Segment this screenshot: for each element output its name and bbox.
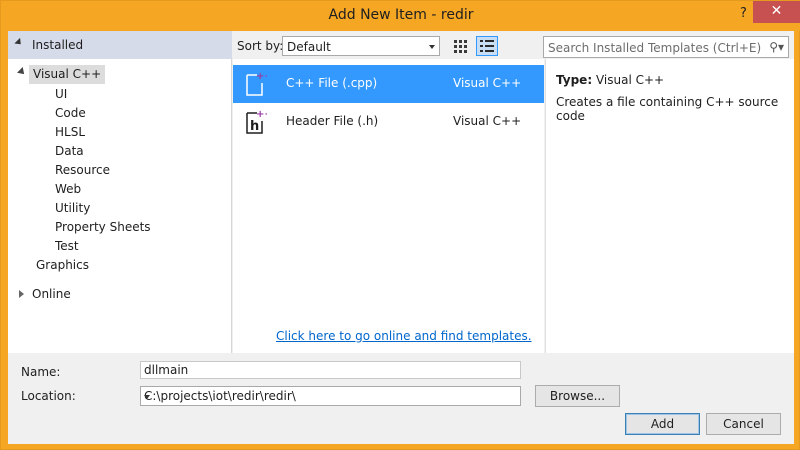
svg-text:h: h bbox=[250, 119, 259, 134]
sort-by-value: Default bbox=[287, 40, 331, 54]
svg-text:++: ++ bbox=[256, 71, 267, 82]
list-view-icon bbox=[480, 40, 494, 52]
description: Creates a file containing C++ source cod… bbox=[556, 95, 779, 123]
name-value: dllmain bbox=[144, 363, 189, 377]
title-bar[interactable]: Add New Item - redir ? ✕ bbox=[1, 1, 800, 31]
tree-item-code[interactable]: Code bbox=[55, 104, 86, 123]
toolbar: Sort by: Default Search Installed Templa… bbox=[232, 31, 794, 59]
installed-label: Installed bbox=[32, 38, 84, 52]
location-value: C:\projects\iot\redir\redir\ bbox=[144, 389, 296, 403]
list-view-button[interactable] bbox=[476, 36, 498, 56]
category-tree: Installed Visual C++ UI Code HLSL Data R… bbox=[8, 31, 232, 353]
location-field[interactable]: C:\projects\iot\redir\redir\ bbox=[140, 386, 521, 406]
search-input[interactable]: Search Installed Templates (Ctrl+E) ⚲▾ bbox=[543, 36, 789, 58]
cpp-file-icon: ++ bbox=[246, 71, 267, 96]
sort-by-label: Sort by: bbox=[237, 39, 284, 53]
template-name: Header File (.h) bbox=[286, 114, 379, 128]
chevron-down-icon bbox=[429, 45, 435, 49]
template-name: C++ File (.cpp) bbox=[286, 76, 378, 90]
tree-item-hlsl[interactable]: HLSL bbox=[55, 123, 85, 142]
add-new-item-dialog: Add New Item - redir ? ✕ Installed Visua… bbox=[0, 0, 800, 450]
expanded-arrow-icon[interactable] bbox=[17, 67, 27, 77]
type-value: Visual C++ bbox=[595, 73, 665, 87]
template-item-cpp[interactable]: ++ C++ File (.cpp) Visual C++ bbox=[233, 65, 544, 103]
details-pane: Type: Visual C++ Creates a file containi… bbox=[545, 59, 794, 353]
tree-item-test[interactable]: Test bbox=[55, 237, 79, 256]
window-title: Add New Item - redir bbox=[328, 7, 474, 23]
dialog-client: Installed Visual C++ UI Code HLSL Data R… bbox=[8, 31, 794, 444]
cancel-button[interactable]: Cancel bbox=[706, 413, 781, 435]
tree-item-data[interactable]: Data bbox=[55, 142, 84, 161]
template-list: ++ C++ File (.cpp) Visual C++ h ++ Heade… bbox=[233, 59, 544, 353]
tree-item-property-sheets[interactable]: Property Sheets bbox=[55, 218, 151, 237]
location-label: Location: bbox=[21, 389, 76, 403]
tree-item-online[interactable]: Online bbox=[32, 285, 71, 304]
search-placeholder: Search Installed Templates (Ctrl+E) bbox=[548, 41, 762, 55]
name-field[interactable]: dllmain bbox=[140, 361, 521, 379]
online-templates-link[interactable]: Click here to go online and find templat… bbox=[276, 329, 532, 343]
expand-arrow-icon bbox=[14, 37, 24, 48]
sort-by-select[interactable]: Default bbox=[282, 36, 440, 56]
header-file-icon: h ++ bbox=[246, 109, 267, 134]
tree-item-web[interactable]: Web bbox=[55, 180, 81, 199]
tree-item-resource[interactable]: Resource bbox=[55, 161, 110, 180]
browse-button[interactable]: Browse... bbox=[535, 385, 620, 407]
svg-text:++: ++ bbox=[256, 109, 267, 120]
tree-item-label: Visual C++ bbox=[33, 67, 102, 81]
type-row: Type: Visual C++ bbox=[556, 73, 664, 87]
collapsed-arrow-icon[interactable] bbox=[19, 290, 24, 298]
type-label: Type: bbox=[556, 73, 593, 87]
tree-item-ui[interactable]: UI bbox=[55, 85, 67, 104]
template-item-header[interactable]: h ++ Header File (.h) Visual C++ bbox=[233, 103, 544, 141]
add-button[interactable]: Add bbox=[625, 413, 700, 435]
tree-item-utility[interactable]: Utility bbox=[55, 199, 90, 218]
grid-view-icon[interactable] bbox=[451, 36, 471, 56]
tree-item-graphics[interactable]: Graphics bbox=[36, 256, 89, 275]
template-language: Visual C++ bbox=[453, 114, 522, 128]
template-language: Visual C++ bbox=[453, 76, 522, 90]
close-button[interactable]: ✕ bbox=[753, 1, 800, 23]
installed-header[interactable]: Installed bbox=[8, 31, 232, 59]
tree-item-visual-cpp[interactable]: Visual C++ bbox=[29, 65, 106, 84]
search-icon[interactable]: ⚲▾ bbox=[769, 40, 784, 54]
chevron-down-icon[interactable] bbox=[144, 395, 150, 399]
name-label: Name: bbox=[21, 365, 61, 379]
